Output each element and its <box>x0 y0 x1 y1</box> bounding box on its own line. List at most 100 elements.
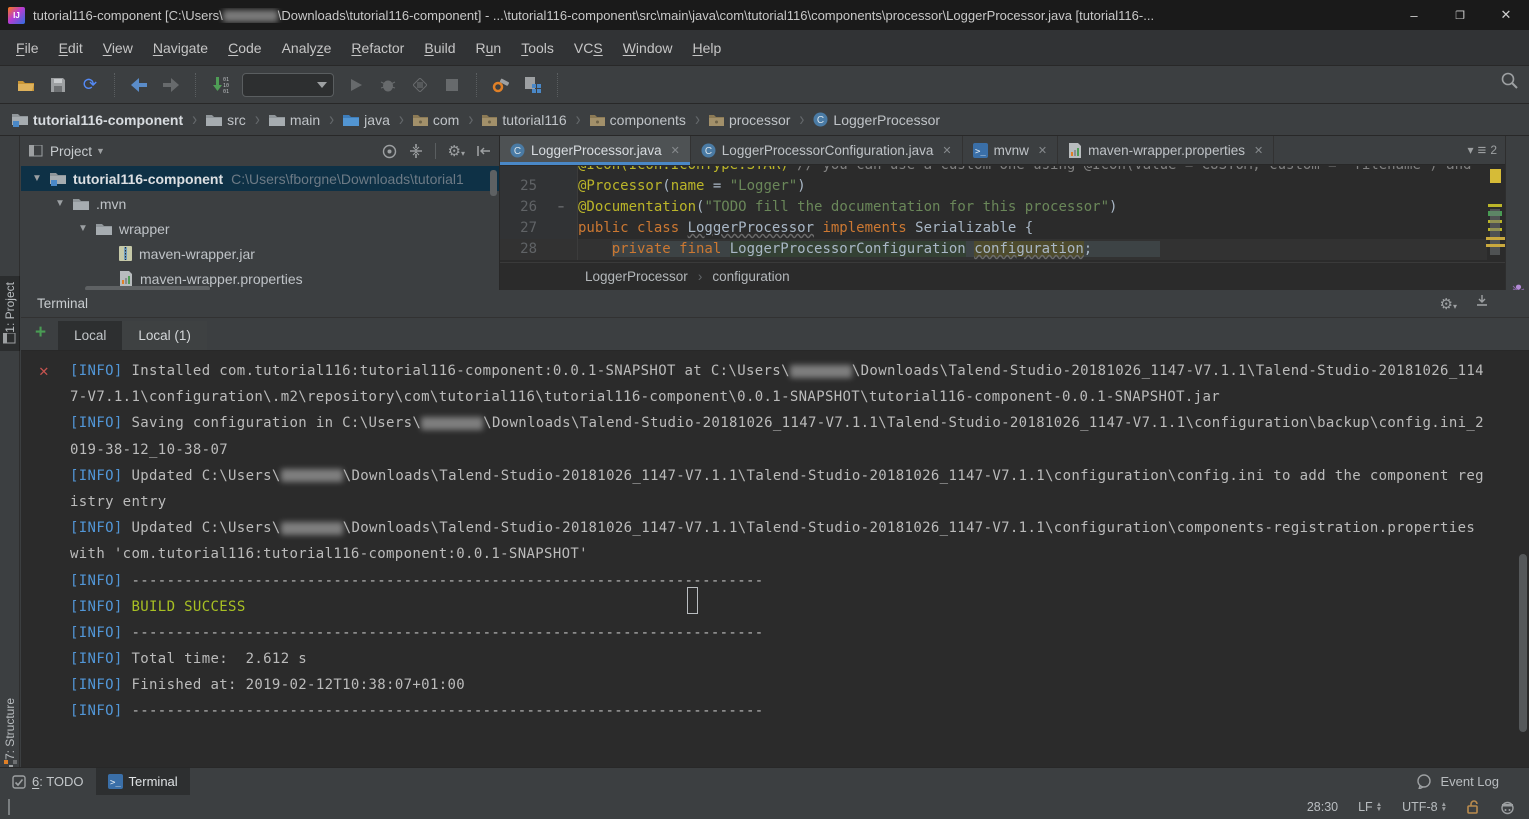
forward-icon[interactable] <box>158 72 184 98</box>
breadcrumb-item-tutorial116-component[interactable]: tutorial116-component <box>10 112 185 128</box>
divider <box>435 143 436 159</box>
settings-icon[interactable] <box>488 72 514 98</box>
inspection-status-square[interactable] <box>1490 169 1501 183</box>
terminal-line: 7-V7.1.1\configuration\.m2\repository\co… <box>70 389 1529 415</box>
editor-breadcrumb-item[interactable]: configuration <box>712 269 789 284</box>
tool-button-7-structure[interactable]: 7: Structure <box>0 698 20 773</box>
caret-position[interactable]: 28:30 <box>1307 800 1338 814</box>
collapse-all-icon[interactable] <box>409 144 423 158</box>
terminal-tab-Local-1-[interactable]: Local (1) <box>122 321 207 350</box>
vertical-scrollbar[interactable] <box>490 170 497 196</box>
tool-window-switcher-icon[interactable] <box>8 799 10 815</box>
menu-file[interactable]: File <box>6 36 49 60</box>
hide-panel-icon[interactable] <box>1475 295 1489 313</box>
coverage-icon[interactable] <box>407 72 433 98</box>
menu-tools[interactable]: Tools <box>511 36 564 60</box>
project-structure-icon[interactable] <box>520 72 546 98</box>
sync-icon[interactable]: ⟳ <box>77 72 103 98</box>
terminal-content[interactable]: ✕ [INFO] Installed com.tutorial116:tutor… <box>21 351 1529 765</box>
breadcrumb-separator: › <box>399 108 404 130</box>
terminal-tab-Local[interactable]: Local <box>58 321 122 350</box>
project-folder-icon <box>50 172 66 186</box>
menu-refactor[interactable]: Refactor <box>341 36 414 60</box>
project-tool-icon <box>3 333 17 345</box>
terminal-scrollbar[interactable] <box>1519 554 1527 732</box>
svg-text:01: 01 <box>223 89 229 94</box>
menu-window[interactable]: Window <box>613 36 683 60</box>
tab-list-icon[interactable]: ≡ <box>1478 142 1487 159</box>
menu-vcs[interactable]: VCS <box>564 36 613 60</box>
chevron-icon[interactable]: ▼ <box>54 198 66 209</box>
tree-row-tutorial116-component[interactable]: ▼tutorial116-componentC:\Users\fborgne\D… <box>21 166 499 191</box>
gear-icon[interactable]: ⚙▾ <box>1440 295 1457 313</box>
breadcrumb-item-tutorial116[interactable]: tutorial116 <box>480 112 568 128</box>
encoding-select[interactable]: UTF-8▲▼ <box>1402 800 1447 814</box>
inspection-profile-icon[interactable] <box>1500 800 1515 815</box>
editor-tab-LoggerProcessorConfiguration-java[interactable]: CLoggerProcessorConfiguration.java✕ <box>691 136 963 164</box>
gear-icon[interactable]: ⚙▾ <box>448 142 465 160</box>
tree-row-maven-wrapper-jar[interactable]: maven-wrapper.jar <box>21 241 499 266</box>
chevron-icon[interactable]: ▼ <box>31 173 43 184</box>
search-icon[interactable] <box>1501 72 1519 90</box>
editor-tab-LoggerProcessor-java[interactable]: CLoggerProcessor.java✕ <box>500 136 691 164</box>
tree-row-wrapper[interactable]: ▼wrapper <box>21 216 499 241</box>
chevron-down-icon[interactable]: ▾ <box>1468 143 1474 157</box>
add-terminal-icon[interactable]: + <box>35 322 46 344</box>
breadcrumb-item-components[interactable]: components <box>588 112 688 128</box>
breadcrumb-item-main[interactable]: main <box>267 112 322 128</box>
editor-breadcrumb-item[interactable]: LoggerProcessor <box>585 269 688 284</box>
back-icon[interactable] <box>126 72 152 98</box>
debug-icon[interactable] <box>375 72 401 98</box>
line-ending-select[interactable]: LF▲▼ <box>1358 800 1382 814</box>
fold-marker <box>545 176 578 197</box>
editor-scrollbar-thumb[interactable] <box>1490 209 1500 255</box>
editor-tab-maven-wrapper-properties[interactable]: maven-wrapper.properties✕ <box>1058 136 1274 164</box>
tool-button-terminal[interactable]: >_Terminal <box>96 768 190 796</box>
close-button[interactable]: ✕ <box>1483 0 1529 30</box>
editor-content[interactable]: @Icon(Icon.IconType.STAR) // you can use… <box>500 166 1487 261</box>
close-icon[interactable]: ✕ <box>942 144 951 157</box>
menu-view[interactable]: View <box>93 36 143 60</box>
menu-code[interactable]: Code <box>218 36 271 60</box>
close-icon[interactable]: ✕ <box>39 361 49 380</box>
terminal-line: [INFO] Installed com.tutorial116:tutoria… <box>70 363 1529 389</box>
menu-navigate[interactable]: Navigate <box>143 36 218 60</box>
minimize-button[interactable]: – <box>1391 0 1437 30</box>
run-icon[interactable] <box>343 72 369 98</box>
unlock-icon[interactable] <box>1467 800 1480 814</box>
hide-panel-icon[interactable] <box>477 145 491 157</box>
chevron-icon[interactable]: ▼ <box>77 223 89 234</box>
close-icon[interactable]: ✕ <box>671 144 680 157</box>
menu-edit[interactable]: Edit <box>49 36 93 60</box>
breadcrumb-item-processor[interactable]: processor <box>707 112 792 128</box>
chevron-down-icon <box>317 82 327 88</box>
terminal-line: [INFO] Saving configuration in C:\Users\… <box>70 415 1529 441</box>
stop-icon[interactable] <box>439 72 465 98</box>
open-icon[interactable] <box>13 72 39 98</box>
chevron-down-icon[interactable]: ▼ <box>96 146 105 156</box>
run-config-select[interactable] <box>242 73 334 97</box>
breadcrumb-item-com[interactable]: com <box>411 112 461 128</box>
breadcrumb-item-java[interactable]: java <box>341 112 392 128</box>
menu-build[interactable]: Build <box>414 36 465 60</box>
update-code-icon[interactable]: 011001 <box>207 72 233 98</box>
toolbar-separator <box>114 73 115 97</box>
close-icon[interactable]: ✕ <box>1254 144 1263 157</box>
maximize-button[interactable]: ❐ <box>1437 0 1483 30</box>
menu-analyze[interactable]: Analyze <box>272 36 342 60</box>
breadcrumb-item-src[interactable]: src <box>204 112 248 128</box>
breadcrumb-item-LoggerProcessor[interactable]: CLoggerProcessor <box>811 112 942 128</box>
menu-run[interactable]: Run <box>466 36 512 60</box>
event-log-button[interactable]: Event Log <box>1416 774 1529 789</box>
project-panel-title[interactable]: Project <box>50 144 92 159</box>
tree-row--mvn[interactable]: ▼.mvn <box>21 191 499 216</box>
close-icon[interactable]: ✕ <box>1038 144 1047 157</box>
tool-button-1-project[interactable]: 1: Project <box>0 276 20 351</box>
editor-tab-mvnw[interactable]: >_mvnw✕ <box>963 136 1058 164</box>
tool-button-6-todo[interactable]: 6: TODO <box>0 768 96 796</box>
save-icon[interactable] <box>45 72 71 98</box>
locate-icon[interactable] <box>382 144 397 159</box>
menu-help[interactable]: Help <box>683 36 732 60</box>
toolbar-separator <box>195 73 196 97</box>
fold-marker[interactable]: − <box>545 197 578 218</box>
